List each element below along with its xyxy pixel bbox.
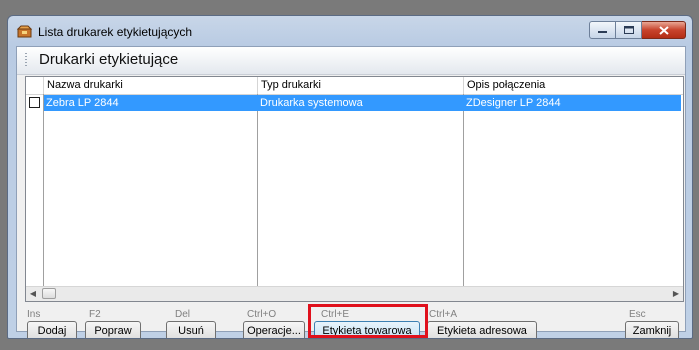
horizontal-scrollbar[interactable]: ◀ ▶: [26, 286, 683, 301]
edit-button[interactable]: Popraw: [85, 321, 141, 338]
section-header: Drukarki etykietujące: [17, 47, 685, 75]
toolbar-grip: [25, 53, 27, 68]
column-divider: [43, 94, 44, 287]
close-icon: [658, 25, 669, 35]
shortcut-hint-dodaj: Ins: [27, 309, 41, 320]
printer-list-window: Lista drukarek etykietujących Drukarki e…: [7, 15, 693, 339]
connection-description-cell: ZDesigner LP 2844: [466, 97, 561, 109]
title-bar[interactable]: Lista drukarek etykietujących: [8, 16, 692, 46]
shortcut-hint-popraw: F2: [89, 309, 101, 320]
table-row[interactable]: Zebra LP 2844 Drukarka systemowa ZDesign…: [44, 95, 681, 111]
column-divider: [257, 94, 258, 287]
column-divider: [463, 94, 464, 287]
maximize-button[interactable]: [616, 21, 642, 39]
add-button[interactable]: Dodaj: [27, 321, 77, 338]
table-header: Nazwa drukarki Typ drukarki Opis połącze…: [26, 77, 683, 95]
minimize-button[interactable]: [589, 21, 616, 39]
chevron-right-icon[interactable]: ▶: [669, 287, 683, 301]
shortcut-hint-usun: Del: [175, 309, 191, 320]
close-dialog-button[interactable]: Zamknij: [625, 321, 679, 338]
printer-name-cell: Zebra LP 2844: [46, 97, 119, 109]
window-title: Lista drukarek etykietujących: [38, 25, 193, 39]
caption-buttons: [589, 21, 686, 39]
address-label-button[interactable]: Etykieta adresowa: [427, 321, 537, 338]
column-header-name[interactable]: Nazwa drukarki: [44, 77, 258, 94]
column-header-connection[interactable]: Opis połączenia: [464, 77, 681, 94]
operations-button[interactable]: Operacje...: [243, 321, 305, 338]
printer-box-icon: [17, 25, 32, 38]
close-button[interactable]: [642, 21, 686, 39]
delete-button[interactable]: Usuń: [166, 321, 216, 338]
maximize-icon: [623, 26, 634, 34]
client-area: Drukarki etykietujące Nazwa drukarki Typ…: [16, 46, 686, 338]
section-title: Drukarki etykietujące: [39, 51, 179, 68]
highlight-frame: [308, 304, 428, 338]
chevron-left-icon[interactable]: ◀: [26, 287, 40, 301]
shortcut-hint-operacje: Ctrl+O: [247, 309, 277, 320]
column-header-type[interactable]: Typ drukarki: [258, 77, 464, 94]
shortcut-hint-etykieta-adresowa: Ctrl+A: [429, 309, 458, 320]
printer-type-cell: Drukarka systemowa: [260, 97, 363, 109]
shortcut-hint-zamknij: Esc: [629, 309, 646, 320]
printers-table[interactable]: Nazwa drukarki Typ drukarki Opis połącze…: [25, 76, 684, 302]
column-header-checkbox: [26, 77, 44, 94]
minimize-icon: [598, 31, 607, 33]
scroll-thumb[interactable]: [42, 288, 56, 299]
row-checkbox[interactable]: [29, 97, 40, 108]
